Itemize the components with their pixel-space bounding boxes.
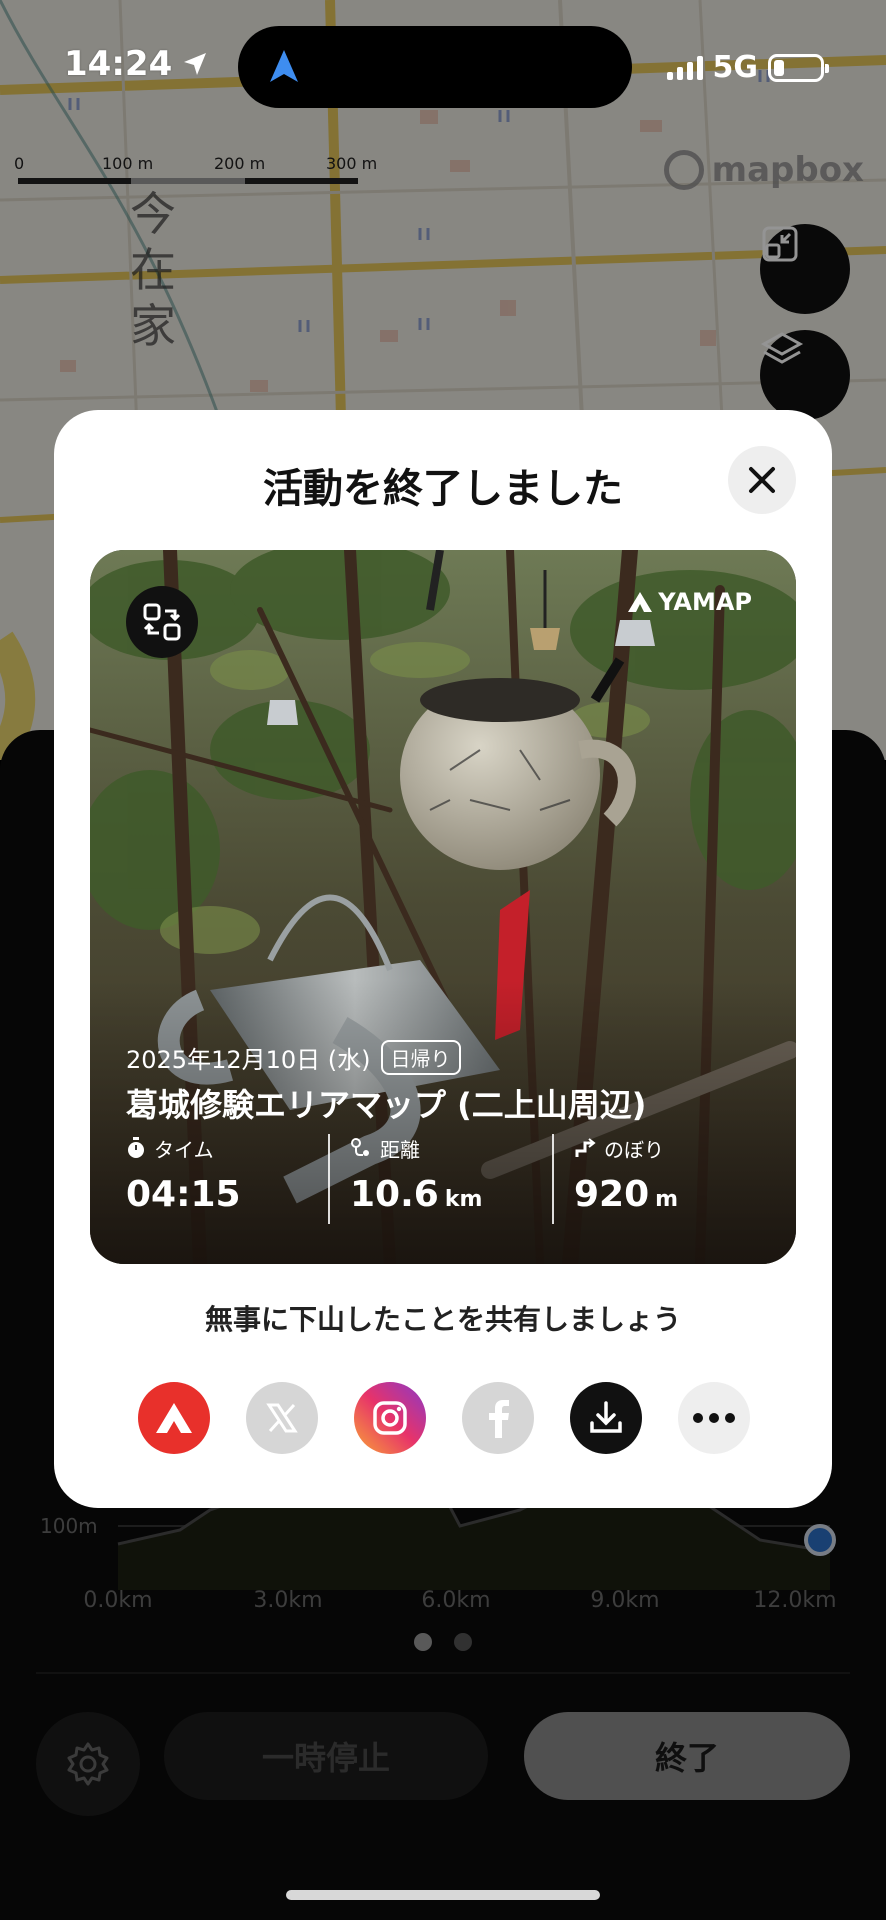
ascent-icon — [575, 1138, 596, 1157]
stat-time: タイム 04:15 — [126, 1134, 328, 1224]
yamap-brand: YAMAP — [626, 588, 752, 616]
more-dots-icon — [693, 1413, 735, 1423]
stopwatch-icon — [128, 1137, 144, 1158]
yamap-icon — [156, 1403, 192, 1433]
activity-finished-modal: 活動を終了しました YAMAP 2025年12月10日 (水) 日帰り 葛城修験… — [54, 410, 832, 1508]
yamap-logo-icon — [628, 592, 653, 612]
change-photo-button[interactable] — [126, 586, 198, 658]
activity-date-line: 2025年12月10日 (水) 日帰り — [126, 1040, 461, 1075]
stat-unit: m — [655, 1187, 679, 1212]
activity-date: 2025年12月10日 (水) — [126, 1046, 371, 1074]
facebook-icon — [489, 1400, 509, 1438]
more-options-button[interactable] — [678, 1382, 750, 1454]
activity-share-card: YAMAP 2025年12月10日 (水) 日帰り 葛城修験エリアマップ (二上… — [90, 550, 796, 1264]
status-indicators: 5G — [666, 50, 829, 85]
share-buttons — [138, 1382, 750, 1454]
stat-label: タイム — [154, 1137, 214, 1162]
share-yamap-button[interactable] — [138, 1382, 210, 1454]
x-logo-icon — [266, 1403, 298, 1433]
modal-title: 活動を終了しました — [263, 466, 623, 512]
stat-distance: 距離 10.6 km — [328, 1134, 552, 1224]
route-icon — [351, 1138, 369, 1156]
trip-type-badge: 日帰り — [380, 1040, 461, 1075]
close-button[interactable] — [728, 446, 796, 514]
stat-label: のぼり — [604, 1137, 664, 1162]
instagram-icon — [373, 1401, 407, 1435]
stat-value: 10.6 — [350, 1174, 439, 1215]
yamap-brand-text: YAMAP — [658, 588, 752, 616]
stat-unit: km — [444, 1187, 483, 1212]
activity-stats: タイム 04:15 距離 10.6 km のぼり 920 m — [126, 1134, 776, 1224]
stat-value: 04:15 — [126, 1174, 241, 1215]
status-bar: 14:24 5G — [0, 0, 886, 130]
swap-layout-icon — [143, 603, 181, 641]
download-button[interactable] — [570, 1382, 642, 1454]
download-icon — [590, 1401, 622, 1433]
battery-icon — [768, 53, 829, 82]
share-x-button[interactable] — [246, 1382, 318, 1454]
share-prompt: 無事に下山したことを共有しましょう — [204, 1303, 681, 1336]
stat-value: 920 — [574, 1174, 650, 1215]
navigation-icon — [270, 50, 298, 82]
dynamic-island — [238, 26, 632, 108]
home-indicator[interactable] — [286, 1890, 600, 1900]
stat-label: 距離 — [380, 1137, 420, 1162]
status-time: 14:24 — [64, 44, 173, 84]
map-name: 葛城修験エリアマップ (二上山周辺) — [126, 1086, 647, 1124]
share-instagram-button[interactable] — [354, 1382, 426, 1454]
signal-icon — [666, 55, 703, 80]
stat-ascent: のぼり 920 m — [552, 1134, 776, 1224]
close-icon — [749, 467, 775, 493]
network-type: 5G — [712, 50, 759, 85]
status-time-group: 14:24 — [64, 44, 208, 84]
share-facebook-button[interactable] — [462, 1382, 534, 1454]
location-arrow-icon — [184, 53, 207, 75]
